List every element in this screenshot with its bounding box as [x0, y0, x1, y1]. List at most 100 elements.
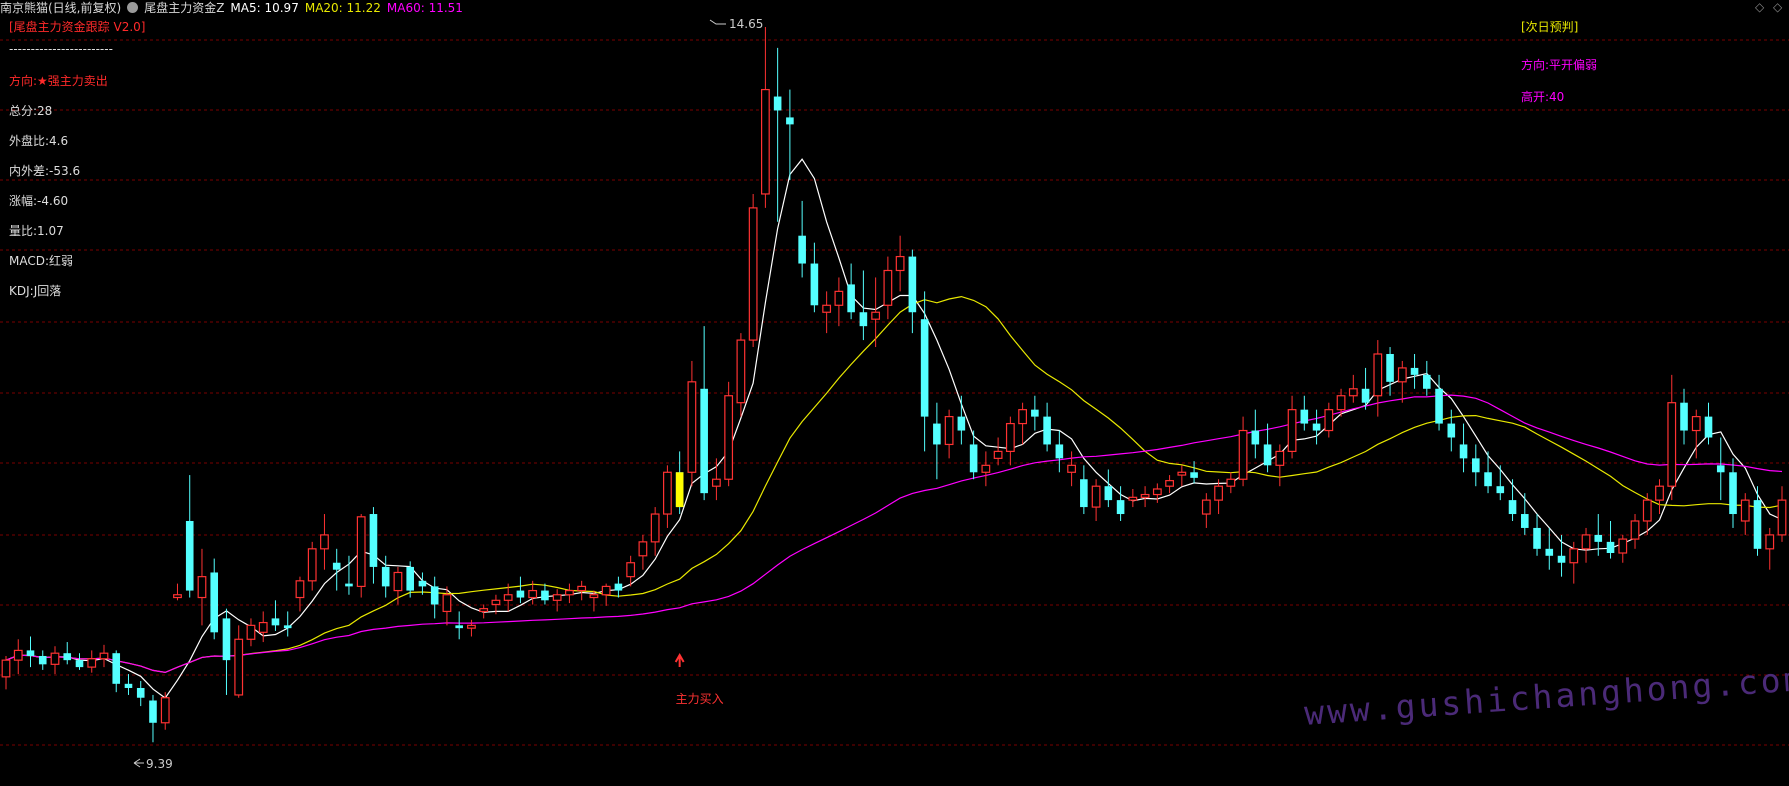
candle-body	[234, 638, 244, 696]
candle-body	[1018, 409, 1028, 425]
candle-body	[1447, 423, 1456, 438]
candle	[1496, 465, 1505, 501]
candle	[430, 576, 439, 619]
candle	[1324, 402, 1334, 438]
candle-body	[87, 658, 97, 668]
candle-body	[185, 520, 194, 591]
candle-body	[724, 395, 734, 480]
indicator-name[interactable]: 尾盘主力资金Z	[144, 1, 224, 15]
candle-body	[1680, 402, 1688, 431]
candle	[1397, 360, 1407, 403]
candle	[1423, 360, 1431, 396]
ma20-value: MA20: 11.22	[304, 1, 381, 15]
candle-body	[760, 88, 770, 195]
candle-body	[1190, 472, 1198, 478]
candle-body	[528, 589, 538, 599]
candle-body	[369, 514, 378, 567]
candle	[332, 548, 341, 591]
candle-body	[1410, 367, 1419, 375]
candle-body	[1471, 458, 1480, 473]
candle-body	[210, 572, 219, 633]
candle-body	[1300, 409, 1309, 424]
stock-title[interactable]: 南京熊猫(日线,前复权)	[0, 1, 121, 15]
candle-body	[883, 269, 893, 306]
candle-body	[712, 478, 721, 487]
ma60-value: MA60: 11.51	[386, 1, 463, 15]
candle-body	[1704, 416, 1713, 438]
candle	[687, 360, 697, 487]
candle-body	[491, 599, 501, 606]
candle-body	[859, 312, 868, 327]
forecast-title: [次日预判]	[1521, 20, 1579, 34]
candle	[173, 583, 182, 601]
candle-body	[1152, 488, 1162, 496]
candle	[210, 558, 219, 640]
candle	[614, 576, 623, 598]
candle	[1226, 472, 1236, 494]
candle-body	[1691, 416, 1701, 432]
candle-body	[614, 583, 623, 591]
candle	[1263, 423, 1272, 473]
candle-body	[455, 625, 463, 629]
candle-body	[63, 653, 72, 661]
candle-body	[1569, 548, 1579, 564]
candle-body	[773, 96, 782, 111]
settings-icon[interactable]	[127, 2, 139, 13]
candle-body	[1397, 367, 1407, 383]
candle-body	[1348, 388, 1358, 397]
panel-divider: ------------------------	[9, 42, 113, 56]
chart-header: 南京熊猫(日线,前复权) 尾盘主力资金Z MA5: 10.97 MA20: 11.22…	[0, 0, 469, 18]
candle-body	[467, 624, 476, 629]
candle-body	[222, 618, 231, 661]
candle	[99, 644, 109, 668]
candle	[516, 576, 525, 604]
candle	[1729, 458, 1737, 528]
candle-body	[345, 583, 353, 587]
vol-ratio-label: 量比:1.07	[9, 224, 64, 238]
candle	[1190, 461, 1198, 484]
candle	[736, 333, 746, 417]
candle	[1581, 527, 1591, 563]
candle-body	[283, 625, 292, 629]
candle	[13, 639, 23, 675]
diamond-icon[interactable]: ◇	[1755, 0, 1764, 14]
candle	[1005, 416, 1015, 466]
candle	[1680, 388, 1688, 445]
candle	[1312, 409, 1321, 445]
candle-body	[1642, 499, 1652, 522]
candle-body	[1777, 499, 1787, 536]
candle	[1753, 486, 1762, 556]
panel-title: [尾盘主力资金跟踪 V2.0]	[9, 20, 146, 34]
candle	[283, 611, 292, 637]
diff-label: 内外差:-53.6	[9, 164, 81, 178]
candle	[834, 277, 844, 327]
candle-body	[1055, 444, 1064, 459]
candle-body	[1287, 409, 1297, 453]
candle	[1067, 451, 1076, 487]
candle-body	[565, 589, 574, 596]
candle-body	[1765, 534, 1775, 550]
candle-body	[1104, 486, 1113, 501]
candle	[1667, 374, 1677, 501]
candle	[467, 619, 476, 637]
buy-signal-label: 主力买入	[676, 692, 724, 706]
candle-body	[577, 585, 587, 592]
candle-body	[13, 649, 23, 661]
candle-body	[1459, 444, 1468, 459]
candle	[1533, 514, 1541, 556]
candle	[1018, 402, 1028, 445]
outer-ratio-label: 外盘比:4.6	[9, 134, 69, 148]
candle	[50, 646, 60, 675]
candle	[149, 694, 157, 743]
candlestick-chart[interactable]: 主力买入 14.65 9.39	[0, 0, 1789, 786]
candle	[1471, 444, 1480, 487]
high-pointer	[709, 19, 726, 25]
candle	[1484, 451, 1492, 494]
candle-body	[1080, 479, 1088, 508]
candle-body	[503, 594, 513, 601]
candle	[307, 541, 317, 591]
candle-body	[1140, 493, 1150, 498]
candle-body	[1618, 538, 1628, 554]
candle	[112, 650, 121, 693]
diamond-icon[interactable]: ◇	[1773, 0, 1782, 14]
